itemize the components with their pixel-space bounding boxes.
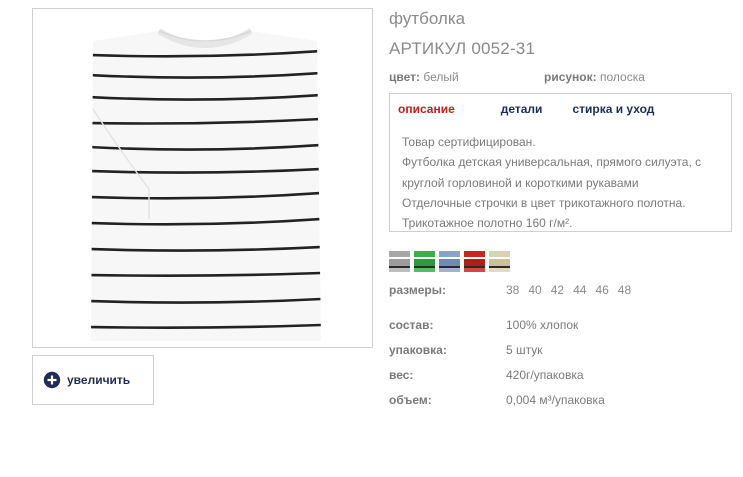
color-meta: цвет: белый — [389, 70, 459, 84]
sizes-label: размеры: — [389, 283, 446, 297]
size-option[interactable]: 42 — [551, 283, 564, 297]
description-line: Футболка детская универсальная, прямого … — [402, 155, 702, 170]
color-swatch[interactable] — [414, 251, 435, 272]
composition-value: 100% хлопок — [506, 318, 579, 332]
volume-value: 0,004 м³/упаковка — [506, 393, 605, 407]
size-option[interactable]: 44 — [573, 283, 586, 297]
weight-value: 420г/упаковка — [506, 368, 584, 382]
product-image-frame[interactable] — [32, 8, 373, 348]
composition-label: состав: — [389, 318, 434, 332]
description-line: Трикотажное полотно 160 г/м². — [402, 216, 573, 231]
color-swatch[interactable] — [389, 251, 410, 272]
info-tabs: описание детали стирка и уход — [398, 102, 654, 116]
size-option[interactable]: 40 — [528, 283, 541, 297]
color-swatches — [389, 251, 510, 272]
color-swatch[interactable] — [489, 251, 510, 272]
plus-circle-icon — [43, 371, 61, 389]
zoom-label: увеличить — [67, 373, 131, 387]
size-list: 38 40 42 44 46 48 — [506, 283, 631, 297]
color-swatch[interactable] — [439, 251, 460, 272]
zoom-button[interactable]: увеличить — [32, 355, 154, 405]
volume-label: объем: — [389, 393, 432, 407]
tab-care[interactable]: стирка и уход — [572, 102, 654, 116]
color-value: белый — [423, 70, 459, 84]
description-line: круглой горловиной и короткими рукавами — [402, 175, 639, 190]
info-panel: описание детали стирка и уход Товар серт… — [389, 93, 732, 232]
product-article: АРТИКУЛ 0052-31 — [389, 39, 536, 58]
packing-label: упаковка: — [389, 343, 447, 357]
size-option[interactable]: 46 — [595, 283, 608, 297]
description-text: Товар сертифицирован. Футболка детская у… — [402, 132, 701, 233]
product-title: футболка — [389, 9, 466, 28]
color-swatch[interactable] — [464, 251, 485, 272]
pattern-meta: рисунок: полоска — [544, 70, 645, 84]
size-option[interactable]: 48 — [618, 283, 631, 297]
striped-tshirt-image — [91, 29, 321, 341]
description-line: Товар сертифицирован. — [402, 135, 536, 149]
size-option[interactable]: 38 — [506, 283, 519, 297]
tab-description[interactable]: описание — [398, 102, 455, 116]
color-label: цвет: — [389, 70, 420, 84]
pattern-value: полоска — [599, 70, 645, 84]
weight-label: вес: — [389, 368, 414, 382]
pattern-label: рисунок: — [544, 70, 597, 84]
packing-value: 5 штук — [506, 343, 543, 357]
tab-details[interactable]: детали — [501, 102, 543, 116]
description-line: Отделочные строчки в цвет трикотажного п… — [402, 195, 686, 210]
